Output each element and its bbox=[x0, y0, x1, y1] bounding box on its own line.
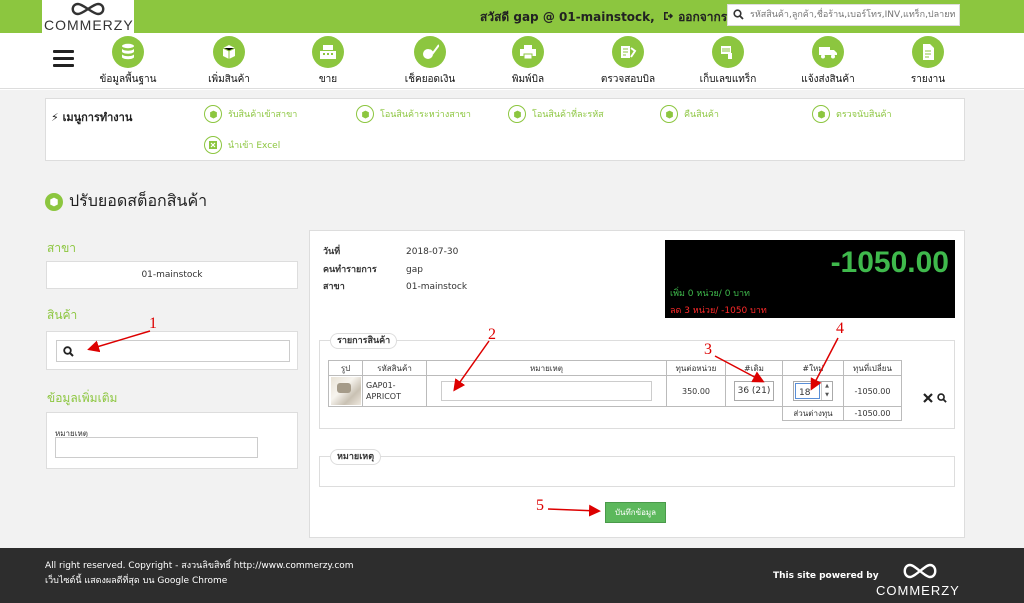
footer: All right reserved. Copyright - สงวนลิขส… bbox=[0, 548, 1024, 603]
footer-powered-by: This site powered by bbox=[773, 571, 879, 581]
footer-browser-note: เว็บไซต์นี้ แสดงผลดีที่สุด บน Google Chr… bbox=[45, 576, 228, 586]
arrow-4 bbox=[810, 337, 839, 391]
annotation-2: 2 bbox=[488, 326, 496, 343]
annotation-4: 4 bbox=[836, 320, 844, 337]
footer-copyright: All right reserved. Copyright - สงวนลิขส… bbox=[45, 561, 354, 571]
arrow-5 bbox=[547, 504, 601, 517]
arrow-2 bbox=[453, 340, 490, 392]
annotation-1: 1 bbox=[149, 315, 157, 332]
annotation-3: 3 bbox=[704, 341, 712, 358]
arrow-3 bbox=[714, 355, 765, 383]
arrow-1 bbox=[87, 330, 151, 353]
footer-logo[interactable]: COMMERZY bbox=[872, 561, 968, 599]
footer-brand-name: COMMERZY bbox=[876, 583, 960, 598]
infinity-logo-icon bbox=[903, 563, 937, 579]
annotation-layer bbox=[87, 330, 839, 517]
annotation-5: 5 bbox=[536, 497, 544, 514]
